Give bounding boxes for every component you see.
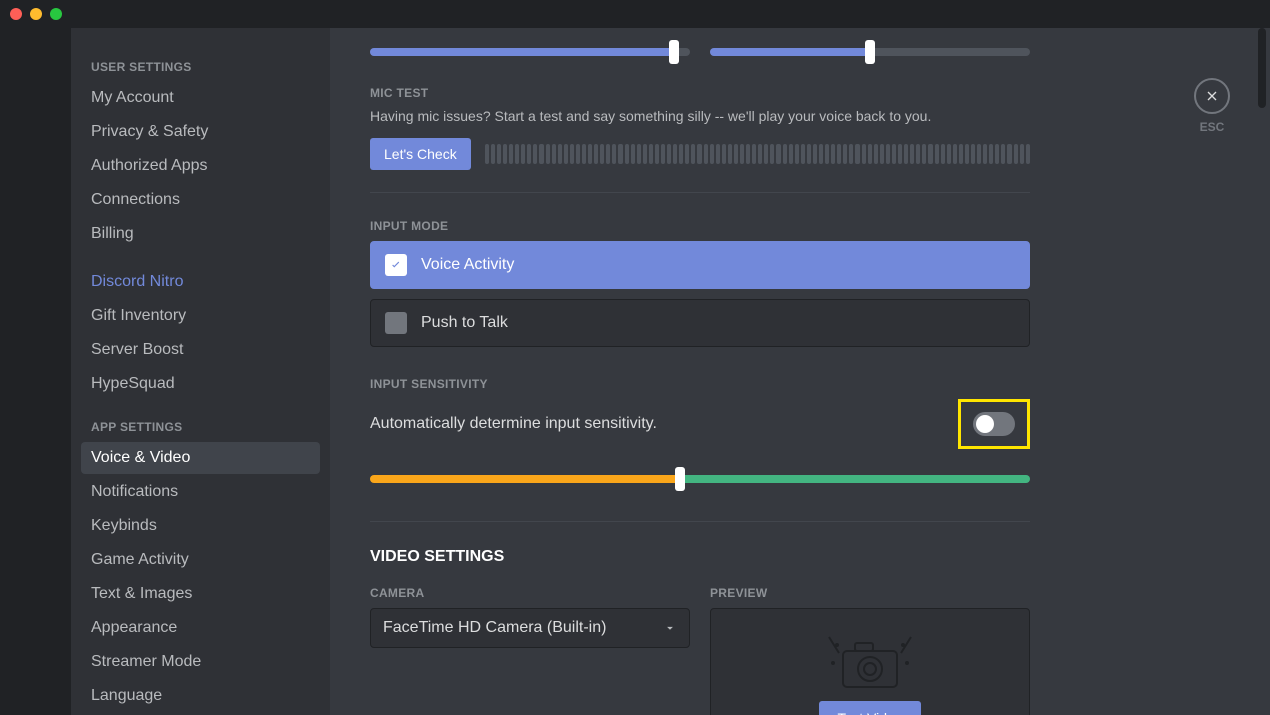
sidebar-item-voice-video[interactable]: Voice & Video: [81, 442, 320, 474]
sidebar-item-my-account[interactable]: My Account: [81, 82, 320, 114]
input-mode-push-to-talk[interactable]: Push to Talk: [370, 299, 1030, 347]
sidebar-header-user: USER SETTINGS: [81, 56, 320, 82]
input-volume-slider[interactable]: [370, 40, 690, 64]
sidebar-item-billing[interactable]: Billing: [81, 218, 320, 250]
sidebar-item-streamer-mode[interactable]: Streamer Mode: [81, 646, 320, 678]
traffic-zoom-icon[interactable]: [50, 8, 62, 20]
sidebar-item-server-boost[interactable]: Server Boost: [81, 334, 320, 366]
mic-level-meter: [485, 144, 1030, 164]
input-mode-voice-activity[interactable]: Voice Activity: [370, 241, 1030, 289]
sidebar-item-keybinds[interactable]: Keybinds: [81, 510, 320, 542]
sidebar-item-appearance[interactable]: Appearance: [81, 612, 320, 644]
divider: [370, 192, 1030, 193]
sidebar-item-game-activity[interactable]: Game Activity: [81, 544, 320, 576]
sidebar-item-language[interactable]: Language: [81, 680, 320, 712]
settings-sidebar: USER SETTINGS My Account Privacy & Safet…: [71, 28, 330, 715]
settings-content: MIC TEST Having mic issues? Start a test…: [330, 28, 1270, 715]
sidebar-item-connections[interactable]: Connections: [81, 184, 320, 216]
auto-sensitivity-toggle[interactable]: [973, 412, 1015, 436]
sidebar-item-gift-inventory[interactable]: Gift Inventory: [81, 300, 320, 332]
sidebar-item-notifications[interactable]: Notifications: [81, 476, 320, 508]
video-settings-title: VIDEO SETTINGS: [370, 548, 1030, 566]
server-gutter: [0, 28, 71, 715]
camera-placeholder-icon: [815, 633, 925, 693]
sidebar-item-authorized-apps[interactable]: Authorized Apps: [81, 150, 320, 182]
esc-label: ESC: [1200, 120, 1225, 134]
preview-label: PREVIEW: [710, 586, 1030, 600]
output-volume-slider[interactable]: [710, 40, 1030, 64]
mic-test-desc: Having mic issues? Start a test and say …: [370, 108, 1030, 124]
video-preview: Test Video: [710, 608, 1030, 715]
sidebar-item-text-images[interactable]: Text & Images: [81, 578, 320, 610]
camera-select[interactable]: FaceTime HD Camera (Built-in): [370, 608, 690, 648]
sidebar-item-privacy[interactable]: Privacy & Safety: [81, 116, 320, 148]
sensitivity-slider[interactable]: [370, 467, 1030, 491]
checkbox-unchecked-icon: [385, 312, 407, 334]
content-scrollbar[interactable]: [1258, 28, 1266, 715]
chevron-down-icon: [663, 621, 677, 635]
lets-check-button[interactable]: Let's Check: [370, 138, 471, 170]
sidebar-item-nitro[interactable]: Discord Nitro: [81, 266, 320, 298]
push-to-talk-label: Push to Talk: [421, 314, 508, 332]
voice-activity-label: Voice Activity: [421, 256, 514, 274]
divider: [370, 521, 1030, 522]
sidebar-header-app: APP SETTINGS: [81, 416, 320, 442]
highlight-box: [958, 399, 1030, 449]
camera-select-value: FaceTime HD Camera (Built-in): [383, 619, 606, 637]
auto-sensitivity-label: Automatically determine input sensitivit…: [370, 415, 657, 433]
input-mode-label: INPUT MODE: [370, 219, 1030, 233]
mic-test-label: MIC TEST: [370, 86, 1030, 100]
input-sensitivity-label: INPUT SENSITIVITY: [370, 377, 1030, 391]
traffic-minimize-icon[interactable]: [30, 8, 42, 20]
camera-label: CAMERA: [370, 586, 690, 600]
toggle-knob: [976, 415, 994, 433]
close-icon: [1204, 88, 1220, 104]
traffic-close-icon[interactable]: [10, 8, 22, 20]
window-titlebar: [0, 0, 1270, 28]
scrollbar-thumb[interactable]: [1258, 28, 1266, 108]
sidebar-item-hypesquad[interactable]: HypeSquad: [81, 368, 320, 400]
checkbox-checked-icon: [385, 254, 407, 276]
test-video-button[interactable]: Test Video: [819, 701, 920, 715]
close-settings-button[interactable]: [1194, 78, 1230, 114]
